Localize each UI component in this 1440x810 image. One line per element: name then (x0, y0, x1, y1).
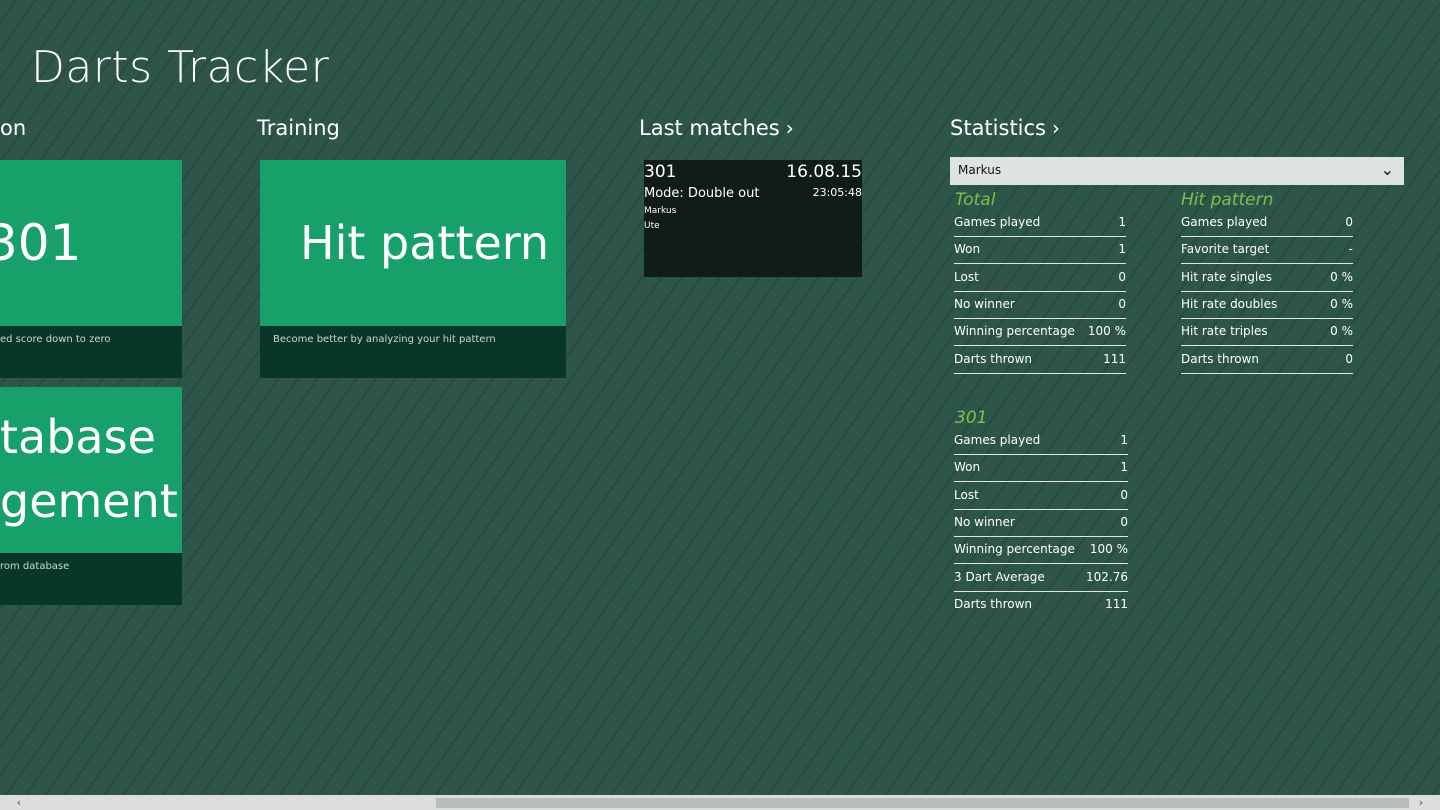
stat-row: No winner 0 (954, 291, 1126, 319)
tile-hit-pattern-footer: Become better by analyzing your hit patt… (260, 326, 566, 378)
stat-label: Darts thrown (954, 597, 1033, 611)
stat-label: Lost (954, 488, 979, 502)
stat-row: Games played 1 (954, 427, 1128, 455)
tile-301[interactable]: 301 ed score down to zero (0, 160, 182, 378)
tile-database-description: rom database (0, 561, 70, 572)
tile-301-description: ed score down to zero (0, 334, 111, 345)
stat-value: 1 (1118, 215, 1126, 229)
stat-label: Games played (1181, 215, 1268, 229)
stat-row: Hit rate triples 0 % (1181, 318, 1353, 346)
stat-label: Won (954, 242, 981, 256)
scroll-left-arrow-icon[interactable]: ‹ (12, 795, 26, 810)
tile-hit-pattern-title: Hit pattern (300, 216, 550, 270)
stat-row: Lost 0 (954, 482, 1128, 510)
tile-301-footer: ed score down to zero (0, 326, 182, 378)
stat-value: 102.76 (1086, 570, 1128, 584)
stat-value: 0 (1345, 215, 1353, 229)
stat-row: Winning percentage 100 % (954, 536, 1128, 564)
stat-row: Lost 0 (954, 264, 1126, 292)
stat-label: Games played (954, 215, 1041, 229)
stat-value: 111 (1105, 597, 1128, 611)
stat-row: Winning percentage 100 % (954, 318, 1126, 346)
stat-value: 0 (1120, 515, 1128, 529)
stat-value: 0 (1118, 297, 1126, 311)
tile-301-title: 301 (0, 214, 82, 272)
stat-row: 3 Dart Average 102.76 (954, 564, 1128, 592)
stat-label: Winning percentage (954, 324, 1075, 338)
stat-row: Games played 1 (954, 209, 1126, 237)
stat-label: Hit rate doubles (1181, 297, 1278, 311)
section-header-statistics[interactable]: Statistics › (950, 116, 1060, 140)
scrollbar-thumb[interactable] (436, 798, 1409, 808)
stat-row: Won 1 (954, 236, 1126, 264)
tile-database-title-line1: tabase (0, 410, 156, 464)
stat-label: No winner (954, 297, 1015, 311)
stat-row: Favorite target - (1181, 236, 1353, 264)
app-title: Darts Tracker (31, 42, 330, 93)
statistics-label: Statistics (950, 116, 1046, 140)
stat-row: Games played 0 (1181, 209, 1353, 237)
chevron-right-icon: › (785, 116, 794, 140)
stat-label: Hit rate singles (1181, 270, 1272, 284)
stat-value: 100 % (1089, 542, 1128, 556)
stat-value: 0 (1345, 352, 1353, 366)
player-select-value: Markus (958, 163, 1002, 177)
tile-hit-pattern[interactable]: Hit pattern Become better by analyzing y… (260, 160, 566, 378)
section-header-competition[interactable]: on (0, 116, 26, 140)
stat-row: No winner 0 (954, 509, 1128, 537)
stat-label: Hit rate triples (1181, 324, 1268, 338)
stats-301-title: 301 (955, 408, 988, 428)
stat-label: Games played (954, 433, 1041, 447)
stat-value: 0 (1118, 270, 1126, 284)
stats-total-title: Total (955, 190, 996, 210)
stat-label: Winning percentage (954, 542, 1075, 556)
stat-row: Darts thrown 0 (1181, 346, 1353, 374)
stat-label: Darts thrown (954, 352, 1033, 366)
stat-value: 0 (1120, 488, 1128, 502)
stat-value: 1 (1120, 433, 1128, 447)
section-header-training[interactable]: Training (257, 116, 340, 140)
stat-value: 100 % (1087, 324, 1126, 338)
stat-label: Favorite target (1181, 242, 1270, 256)
stat-value: 0 % (1330, 270, 1353, 284)
tile-database-title-line2: gement (0, 474, 178, 528)
stat-value: 0 % (1330, 297, 1353, 311)
player-select[interactable]: Markus ⌄ (950, 157, 1404, 185)
match-game: 301 (644, 162, 677, 182)
last-matches-label: Last matches (639, 116, 780, 140)
match-mode: Mode: Double out (644, 186, 760, 201)
match-date: 16.08.15 (786, 162, 862, 182)
stat-label: Won (954, 460, 981, 474)
match-player: Markus (644, 206, 677, 216)
stat-value: 0 % (1330, 324, 1353, 338)
stat-value: 111 (1103, 352, 1126, 366)
stat-label: Lost (954, 270, 979, 284)
stat-row: Darts thrown 111 (954, 591, 1128, 618)
stat-label: Darts thrown (1181, 352, 1260, 366)
tile-database-footer: rom database (0, 553, 182, 605)
stat-row: Hit rate doubles 0 % (1181, 291, 1353, 319)
chevron-down-icon: ⌄ (1380, 160, 1394, 179)
scroll-right-arrow-icon[interactable]: › (1414, 795, 1428, 810)
stat-row: Hit rate singles 0 % (1181, 264, 1353, 292)
match-tile[interactable]: 301 16.08.15 Mode: Double out 23:05:48 M… (644, 160, 862, 277)
tile-hit-pattern-description: Become better by analyzing your hit patt… (273, 334, 496, 345)
stat-label: No winner (954, 515, 1015, 529)
stat-value: 1 (1118, 242, 1126, 256)
stat-row: Darts thrown 111 (954, 346, 1126, 374)
chevron-right-icon: › (1052, 116, 1060, 140)
tile-database-management[interactable]: tabase gement rom database (0, 387, 182, 605)
match-player: Ute (644, 221, 660, 231)
match-time: 23:05:48 (812, 186, 862, 199)
stats-hit-pattern-title: Hit pattern (1181, 190, 1274, 210)
stat-label: 3 Dart Average (954, 570, 1045, 584)
stat-value: 1 (1120, 460, 1128, 474)
section-header-last-matches[interactable]: Last matches › (639, 116, 794, 140)
stat-value: - (1348, 242, 1353, 256)
stat-row: Won 1 (954, 454, 1128, 482)
